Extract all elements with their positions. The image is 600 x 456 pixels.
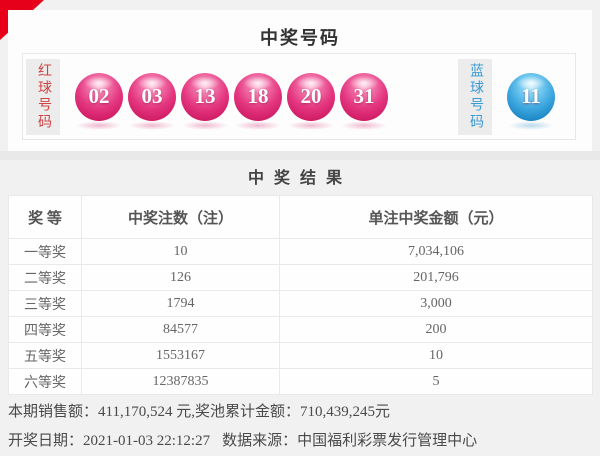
red-balls-row: 02 03 13 18 20 31	[75, 72, 388, 130]
amount-cell: 10	[279, 342, 593, 369]
red-ball-number: 31	[353, 84, 375, 108]
source-label: 数据来源：	[222, 433, 298, 449]
red-ball: 13	[181, 72, 229, 130]
red-ball: 31	[340, 72, 388, 130]
blue-ball-number: 11	[521, 84, 541, 108]
grade-cell: 六等奖	[8, 368, 82, 395]
header-amount: 单注中奖金额（元）	[279, 195, 593, 239]
table-row: 二等奖 126 201,796	[8, 264, 593, 291]
table-row: 六等奖 12387835 5	[8, 368, 593, 395]
red-ball-number: 13	[194, 84, 216, 108]
results-title: 中奖结果	[247, 170, 352, 187]
count-cell: 1553167	[81, 342, 280, 369]
grade-cell: 一等奖	[8, 238, 82, 265]
red-ball: 18	[234, 72, 282, 130]
amount-cell: 200	[279, 316, 593, 343]
table-header-row: 奖 等 中奖注数（注） 单注中奖金额（元）	[8, 195, 593, 239]
table-row: 四等奖 84577 200	[8, 316, 593, 343]
red-ball-number: 02	[88, 84, 110, 108]
results-table: 奖 等 中奖注数（注） 单注中奖金额（元） 一等奖 10 7,034,106 二…	[8, 195, 593, 395]
count-cell: 1794	[81, 290, 280, 317]
red-ball-number: 03	[141, 84, 163, 108]
section-divider	[0, 151, 600, 160]
table-row: 五等奖 1553167 10	[8, 342, 593, 369]
blue-ball: 11	[507, 72, 555, 130]
draw-date-label: 开奖日期：	[8, 433, 84, 449]
source-value: 中国福利彩票发行管理中心	[297, 433, 478, 449]
red-ball: 03	[128, 72, 176, 130]
ball-box: 红球号码 02 03 13 18 20 31 蓝球号码 11	[22, 53, 576, 140]
winning-numbers-title: 中奖号码	[260, 28, 340, 48]
grade-cell: 二等奖	[8, 264, 82, 291]
header-grade: 奖 等	[8, 195, 82, 239]
grade-cell: 五等奖	[8, 342, 82, 369]
grade-cell: 三等奖	[8, 290, 82, 317]
sales-label: 本期销售额：	[8, 404, 99, 420]
grade-cell: 四等奖	[8, 316, 82, 343]
red-ball-number: 20	[300, 84, 322, 108]
pool-value: 710,439,245元	[299, 404, 390, 420]
sales-value: 411,170,524 元,	[98, 404, 195, 420]
red-ball: 20	[287, 72, 335, 130]
amount-cell: 7,034,106	[279, 238, 593, 265]
amount-cell: 201,796	[279, 264, 593, 291]
pool-label: 奖池累计金额：	[194, 404, 300, 420]
count-cell: 10	[81, 238, 280, 265]
draw-date-value: 2021-01-03 22:12:27	[83, 433, 211, 449]
header-count: 中奖注数（注）	[81, 195, 280, 239]
sales-line: 本期销售额：411,170,524 元,奖池累计金额：710,439,245元	[8, 398, 592, 427]
count-cell: 12387835	[81, 368, 280, 395]
table-row: 一等奖 10 7,034,106	[8, 238, 593, 265]
count-cell: 126	[81, 264, 280, 291]
count-cell: 84577	[81, 316, 280, 343]
winning-numbers-panel: 中奖号码 红球号码 02 03 13 18 20 31 蓝球号码 11	[8, 10, 592, 151]
table-row: 三等奖 1794 3,000	[8, 290, 593, 317]
footer-summary: 本期销售额：411,170,524 元,奖池累计金额：710,439,245元 …	[8, 398, 592, 456]
red-ball: 02	[75, 72, 123, 130]
amount-cell: 5	[279, 368, 593, 395]
red-balls-label: 红球号码	[26, 58, 60, 135]
blue-ball-label: 蓝球号码	[458, 58, 492, 135]
draw-line: 开奖日期：2021-01-03 22:12:27 数据来源：中国福利彩票发行管理中…	[8, 427, 592, 456]
amount-cell: 3,000	[279, 290, 593, 317]
red-ball-number: 18	[247, 84, 269, 108]
